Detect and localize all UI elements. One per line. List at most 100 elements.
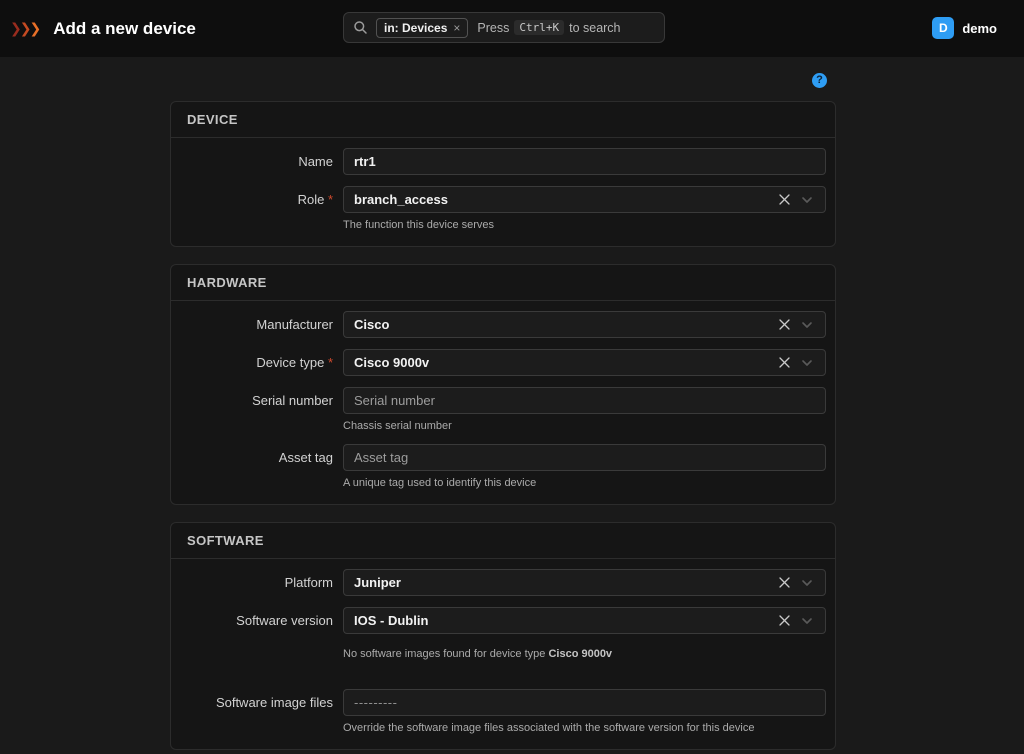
section-card-software: SOFTWARE Platform * xyxy=(170,522,836,750)
chevron-down-icon[interactable] xyxy=(801,196,813,204)
field-label-text: Asset tag xyxy=(279,450,333,465)
section-card-hardware: HARDWARE Manufacturer * xyxy=(170,264,836,505)
field-label-text: Role xyxy=(298,192,325,207)
clear-icon[interactable] xyxy=(778,614,791,627)
clear-icon[interactable] xyxy=(778,356,791,369)
field-control[interactable] xyxy=(343,186,826,213)
field-help-main: No software images found for device type xyxy=(343,648,548,660)
chevron-down-icon[interactable] xyxy=(801,617,813,625)
form-content: ? DEVICE Name * xyxy=(170,57,836,750)
select-software-image-files[interactable] xyxy=(354,695,815,710)
field-label: Asset tag * xyxy=(171,444,343,490)
section-title: SOFTWARE xyxy=(171,523,835,559)
search-filter-label: in: Devices xyxy=(384,21,447,35)
input-name[interactable] xyxy=(354,154,815,169)
clear-icon[interactable] xyxy=(778,193,791,206)
select-platform[interactable] xyxy=(354,575,770,590)
field-help-text: Override the software image files associ… xyxy=(343,722,826,735)
global-search-input[interactable]: in: Devices × Press Ctrl+K to search xyxy=(343,12,665,43)
field-label: Serial number * xyxy=(171,387,343,433)
form-row-device-type: Device type * xyxy=(171,349,835,376)
field-column: Override the software image files associ… xyxy=(343,689,826,735)
field-help-main: Chassis serial number xyxy=(343,420,452,432)
field-help-main: Override the software image files associ… xyxy=(343,722,754,734)
user-name: demo xyxy=(962,21,997,36)
select-manufacturer[interactable] xyxy=(354,317,770,332)
field-column xyxy=(343,148,826,175)
field-help-text: No software images found for device type… xyxy=(343,648,826,661)
field-control[interactable] xyxy=(343,349,826,376)
input-serial-number[interactable] xyxy=(354,393,815,408)
field-label-text: Device type xyxy=(256,355,324,370)
keyboard-shortcut-badge: Ctrl+K xyxy=(514,20,564,35)
section-title: HARDWARE xyxy=(171,265,835,301)
field-control[interactable] xyxy=(343,387,826,414)
app-logo[interactable]: ❯ ❯ ❯ xyxy=(10,20,39,37)
field-column xyxy=(343,569,826,596)
form-row-serial-number: Serial number * Chassis serial nu xyxy=(171,387,835,433)
required-asterisk: * xyxy=(324,355,333,370)
chevron-down-icon[interactable] xyxy=(801,321,813,329)
field-help-bold: Cisco 9000v xyxy=(548,648,612,660)
form-row-software-version: Software version * No software im xyxy=(171,607,835,661)
field-control[interactable] xyxy=(343,444,826,471)
field-label: Software image files * xyxy=(171,689,343,735)
field-label-text: Software version xyxy=(236,613,333,628)
field-column xyxy=(343,349,826,376)
field-column: Chassis serial number xyxy=(343,387,826,433)
clear-icon[interactable] xyxy=(778,576,791,589)
chevron-down-icon[interactable] xyxy=(801,579,813,587)
form-row-platform: Platform * xyxy=(171,569,835,596)
user-menu[interactable]: D demo xyxy=(932,17,997,39)
field-label-text: Manufacturer xyxy=(256,317,333,332)
form-row-asset-tag: Asset tag * A unique tag used to xyxy=(171,444,835,490)
search-hint-press: Press xyxy=(477,21,509,35)
field-control[interactable] xyxy=(343,689,826,716)
field-column xyxy=(343,311,826,338)
top-bar: ❯ ❯ ❯ Add a new device in: Devices × Pre… xyxy=(0,0,1024,57)
form-row-software-image-files: Software image files * Override t xyxy=(171,689,835,735)
section-body: Platform * xyxy=(171,559,835,749)
field-help-text: Chassis serial number xyxy=(343,420,826,433)
section-body: Manufacturer * xyxy=(171,301,835,504)
field-label-text: Serial number xyxy=(252,393,333,408)
select-software-version[interactable] xyxy=(354,613,770,628)
field-label: Platform * xyxy=(171,569,343,596)
required-asterisk: * xyxy=(324,192,333,207)
form-sections: DEVICE Name * xyxy=(170,101,836,750)
remove-filter-icon[interactable]: × xyxy=(453,21,460,35)
field-label: Device type * xyxy=(171,349,343,376)
clear-icon[interactable] xyxy=(778,318,791,331)
select-device-type[interactable] xyxy=(354,355,770,370)
field-label: Software version * xyxy=(171,607,343,661)
page-title: Add a new device xyxy=(53,19,196,39)
help-icon[interactable]: ? xyxy=(812,73,827,88)
user-avatar[interactable]: D xyxy=(932,17,954,39)
field-control[interactable] xyxy=(343,569,826,596)
field-control[interactable] xyxy=(343,148,826,175)
form-row-name: Name * xyxy=(171,148,835,175)
field-help-main: A unique tag used to identify this devic… xyxy=(343,477,536,489)
field-control[interactable] xyxy=(343,607,826,634)
chevron-down-icon[interactable] xyxy=(801,359,813,367)
section-card-device: DEVICE Name * xyxy=(170,101,836,247)
field-label-text: Platform xyxy=(285,575,333,590)
field-help-text: A unique tag used to identify this devic… xyxy=(343,477,826,490)
search-hint-suffix: to search xyxy=(569,21,620,35)
search-filter-tag[interactable]: in: Devices × xyxy=(376,18,468,38)
logo-chevron-icon: ❯ xyxy=(20,20,30,37)
field-label-text: Software image files xyxy=(216,695,333,710)
logo-chevron-icon: ❯ xyxy=(29,20,39,37)
help-row: ? xyxy=(170,57,836,101)
section-title: DEVICE xyxy=(171,102,835,138)
field-column: A unique tag used to identify this devic… xyxy=(343,444,826,490)
field-label-text: Name xyxy=(298,154,333,169)
input-asset-tag[interactable] xyxy=(354,450,815,465)
field-label: Role * xyxy=(171,186,343,232)
field-help-text: The function this device serves xyxy=(343,219,826,232)
search-icon xyxy=(353,20,368,35)
section-body: Name * xyxy=(171,138,835,246)
field-control[interactable] xyxy=(343,311,826,338)
select-role[interactable] xyxy=(354,192,770,207)
field-column: No software images found for device type… xyxy=(343,607,826,661)
